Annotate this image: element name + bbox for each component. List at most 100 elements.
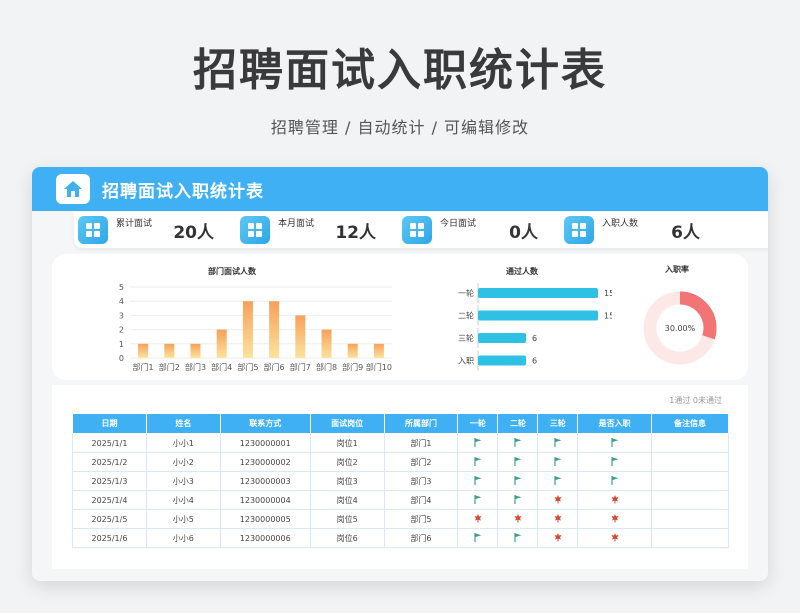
cell-date: 2025/1/4 <box>72 490 147 510</box>
cell-date: 2025/1/1 <box>72 433 147 453</box>
cell-note <box>651 490 729 510</box>
column-header: 备注信息 <box>651 413 729 434</box>
donut-center-label: 30.00% <box>665 324 696 333</box>
cell-post: 岗位6 <box>309 528 385 548</box>
pass-flag-icon <box>611 457 619 466</box>
table-row: 2025/1/5 小小5 1230000005 岗位5 部门5 <box>72 509 729 529</box>
pass-legend-note: 1通过 0未通过 <box>669 396 722 405</box>
pass-flag-icon <box>611 476 619 485</box>
bar <box>373 343 384 358</box>
cell-date: 2025/1/3 <box>72 471 147 491</box>
hire-rate-donut-chart: 30.00% <box>643 291 717 365</box>
pass-flag-icon <box>554 457 562 466</box>
data-label: 15 <box>604 312 612 321</box>
cell-r3 <box>537 490 579 510</box>
cell-name: 小小3 <box>145 471 221 491</box>
cell-phone: 1230000005 <box>219 509 311 529</box>
pass-flag-icon <box>554 438 562 447</box>
pass-flag-icon <box>611 438 619 447</box>
cell-hired <box>577 528 653 548</box>
kpi-label: 入职人数 <box>602 219 639 229</box>
cell-hired <box>577 490 653 510</box>
fail-flag-icon <box>554 495 562 504</box>
data-label: 6 <box>532 357 537 366</box>
fail-flag-icon <box>514 514 522 523</box>
cell-hired <box>577 452 653 472</box>
x-tick-label: 部门10 <box>366 362 392 372</box>
x-tick-label: 部门2 <box>159 362 180 372</box>
x-tick-label: 部门7 <box>290 362 311 372</box>
fail-flag-icon <box>554 514 562 523</box>
cell-r1 <box>457 471 499 491</box>
pass-flag-icon <box>474 533 482 542</box>
cell-r3 <box>537 471 579 491</box>
page-title: 招聘面试入职统计表 <box>193 45 607 96</box>
cell-post: 岗位5 <box>309 509 385 529</box>
column-header: 姓名 <box>145 413 221 434</box>
kpi-value: 12人 <box>335 223 376 243</box>
pass-flag-icon <box>514 495 522 504</box>
cell-name: 小小1 <box>145 433 221 453</box>
cell-hired <box>577 509 653 529</box>
cell-phone: 1230000001 <box>219 433 311 453</box>
y-tick-label: 一轮 <box>458 288 474 298</box>
pass-flag-icon <box>514 476 522 485</box>
pass-count-bar-chart: 一轮 15 二轮 15 三轮 6 入职 6 <box>458 283 612 371</box>
card-title: 招聘面试入职统计表 <box>102 181 264 202</box>
bar <box>242 301 253 358</box>
cell-dept: 部门2 <box>383 452 459 472</box>
grid-icon <box>564 216 594 244</box>
cell-date: 2025/1/5 <box>72 509 147 529</box>
x-tick-label: 部门1 <box>133 362 154 372</box>
table-row: 2025/1/1 小小1 1230000001 岗位1 部门1 <box>72 433 729 453</box>
table-row: 2025/1/6 小小6 1230000006 岗位6 部门6 <box>72 528 729 548</box>
dept-interview-bar-chart: 0 1 2 3 4 5 部门1 部门2 部门3 部门4 部门5 部门6 部门7 部门8 部门9 部门10 <box>119 283 392 372</box>
cell-r3 <box>537 509 579 529</box>
cell-r1 <box>457 528 499 548</box>
bar <box>269 301 280 358</box>
pass-flag-icon <box>514 533 522 542</box>
cell-note <box>651 452 729 472</box>
pass-flag-icon <box>554 476 562 485</box>
bar <box>216 329 227 358</box>
cell-r2 <box>497 490 539 510</box>
column-header: 一轮 <box>457 413 499 434</box>
cell-date: 2025/1/2 <box>72 452 147 472</box>
x-tick-label: 部门8 <box>316 362 337 372</box>
y-tick-label: 2 <box>119 326 124 335</box>
kpi-value: 20人 <box>173 223 214 243</box>
y-tick-label: 0 <box>119 354 124 363</box>
grid-icon <box>402 216 432 244</box>
column-header: 面试岗位 <box>309 413 385 434</box>
kpi-value: 6人 <box>671 223 700 243</box>
y-tick-label: 5 <box>119 283 124 292</box>
column-header: 是否入职 <box>577 413 653 434</box>
cell-note <box>651 471 729 491</box>
hire-rate-title: 入职率 <box>665 265 689 274</box>
column-header: 三轮 <box>537 413 579 434</box>
cell-r1 <box>457 509 499 529</box>
grid-icon <box>78 216 108 244</box>
cell-r1 <box>457 490 499 510</box>
cell-r3 <box>537 433 579 453</box>
data-label: 15 <box>604 289 612 298</box>
grid-icon <box>240 216 270 244</box>
fail-flag-icon <box>611 514 619 523</box>
data-label: 6 <box>532 334 537 343</box>
x-tick-label: 部门6 <box>264 362 285 372</box>
cell-r3 <box>537 452 579 472</box>
cell-phone: 1230000003 <box>219 471 311 491</box>
y-tick-label: 1 <box>119 340 124 349</box>
cell-phone: 1230000006 <box>219 528 311 548</box>
bar <box>478 288 598 298</box>
cell-hired <box>577 471 653 491</box>
cell-r2 <box>497 433 539 453</box>
bar <box>478 310 598 321</box>
cell-r3 <box>537 528 579 548</box>
kpi-strip: 累计面试 20人 本月面试 12人 今日面试 0人 入职人数 6人 <box>74 212 768 248</box>
table-body: 2025/1/1 小小1 1230000001 岗位1 部门1 2025/1/2 小小2 12… <box>72 433 729 548</box>
y-tick-label: 入职 <box>458 357 474 366</box>
pass-flag-icon <box>474 476 482 485</box>
bar <box>478 355 526 366</box>
table-row: 2025/1/3 小小3 1230000003 岗位3 部门3 <box>72 471 729 491</box>
